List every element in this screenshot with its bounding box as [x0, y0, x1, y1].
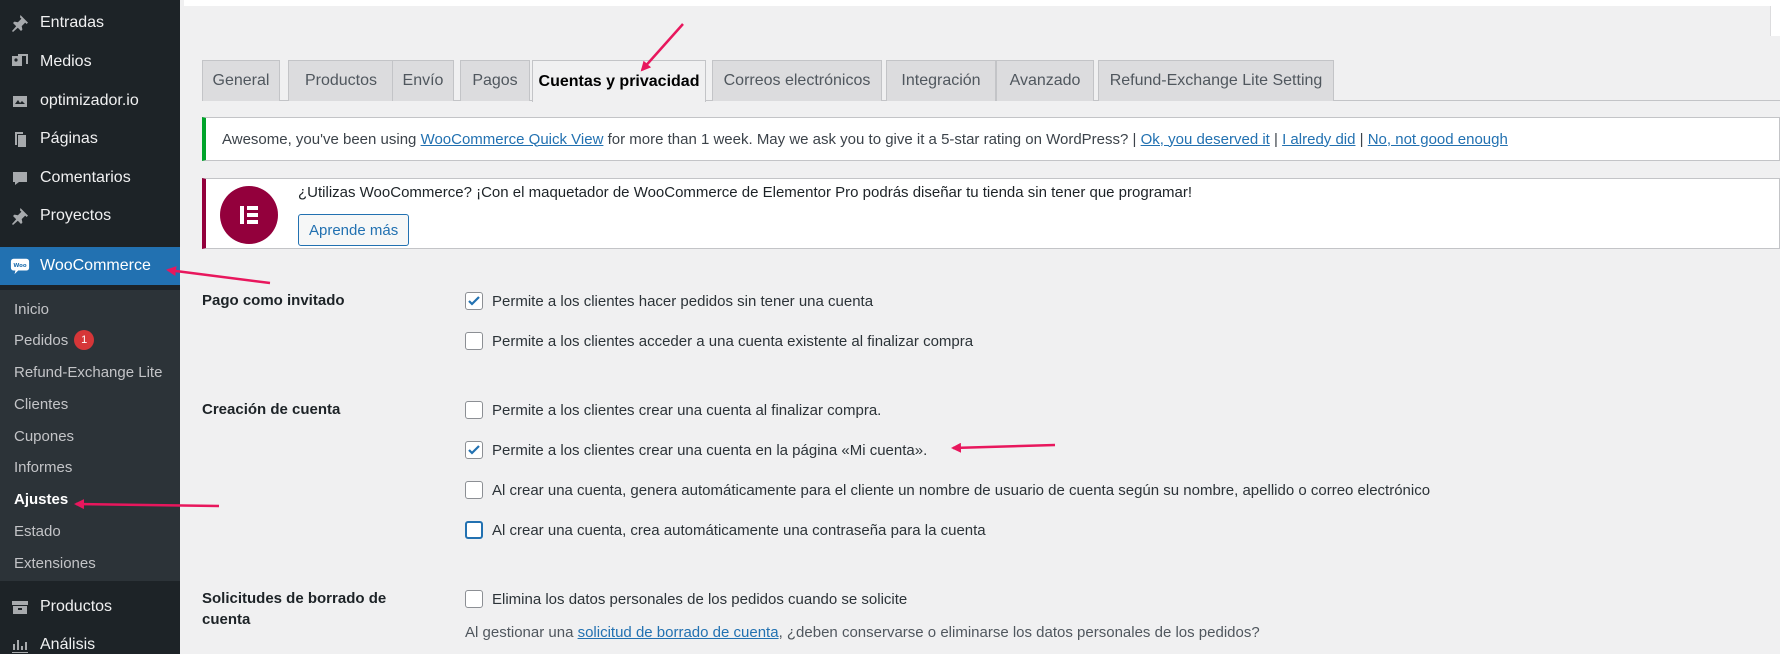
- sidebar-item-label: Productos: [40, 598, 113, 615]
- sidebar-item-productos[interactable]: Productos: [0, 590, 180, 624]
- sidebar-item-woocommerce[interactable]: Woo WooCommerce: [0, 247, 180, 285]
- submenu-item-extensiones[interactable]: Extensiones: [14, 552, 96, 574]
- admin-sidebar: Entradas Medios optimizador.io Páginas C…: [0, 0, 180, 654]
- submenu-item-cupones[interactable]: Cupones: [14, 425, 74, 447]
- tab-general[interactable]: General: [202, 60, 280, 101]
- option-label: Al crear una cuenta, genera automáticame…: [492, 481, 1431, 499]
- erasure-request-link[interactable]: solicitud de borrado de cuenta: [578, 624, 779, 641]
- option-label: Elimina los datos personales de los pedi…: [492, 590, 908, 608]
- account-creation-label: Creación de cuenta: [202, 401, 341, 418]
- submenu-item-refund-exchange[interactable]: Refund-Exchange Lite: [14, 361, 162, 383]
- existing-account-login-option[interactable]: Permite a los clientes acceder a una cue…: [465, 330, 973, 352]
- right-edge-panel: [1770, 6, 1780, 36]
- tab-avanzado[interactable]: Avanzado: [996, 60, 1094, 101]
- option-label: Permite a los clientes acceder a una cue…: [492, 332, 974, 350]
- separator: |: [1359, 130, 1364, 148]
- tab-productos[interactable]: Productos: [288, 60, 394, 101]
- pushpin-icon: [9, 12, 31, 34]
- checkbox-unchecked[interactable]: [465, 590, 483, 608]
- sidebar-item-comentarios[interactable]: Comentarios: [0, 161, 180, 195]
- orders-count-badge: 1: [74, 330, 95, 350]
- sidebar-item-label: Medios: [40, 53, 92, 70]
- submenu-item-estado[interactable]: Estado: [14, 520, 61, 542]
- checkbox-unchecked[interactable]: [465, 332, 483, 350]
- tab-refund-exchange-setting[interactable]: Refund-Exchange Lite Setting: [1098, 60, 1334, 101]
- sidebar-item-medios[interactable]: Medios: [0, 45, 180, 79]
- learn-more-button[interactable]: Aprende más: [298, 214, 410, 246]
- submenu-item-ajustes[interactable]: Ajustes: [14, 488, 68, 510]
- elementor-promo-notice: ¿Utilizas WooCommerce? ¡Con el maquetado…: [202, 178, 1780, 249]
- chart-icon: [9, 634, 31, 654]
- notice-text: for more than 1 week. May we ask you to …: [607, 130, 1137, 148]
- auto-username-option[interactable]: Al crear una cuenta, genera automáticame…: [465, 479, 1430, 501]
- option-label: Permite a los clientes crear una cuenta …: [492, 401, 882, 419]
- option-label: Permite a los clientes crear una cuenta …: [492, 441, 928, 459]
- tab-cuentas-privacidad[interactable]: Cuentas y privacidad: [532, 60, 706, 102]
- already-rated-link[interactable]: I alredy did: [1282, 131, 1355, 148]
- sidebar-item-optimizador[interactable]: optimizador.io: [0, 84, 180, 118]
- image-gallery-icon: [9, 90, 31, 112]
- sidebar-item-label: WooCommerce: [40, 257, 151, 274]
- submenu-item-informes[interactable]: Informes: [14, 456, 72, 478]
- remove-order-data-option[interactable]: Elimina los datos personales de los pedi…: [465, 588, 907, 610]
- create-account-myaccount-option[interactable]: Permite a los clientes crear una cuenta …: [465, 439, 927, 461]
- comment-icon: [9, 167, 31, 189]
- option-label: Al crear una cuenta, crea automáticament…: [492, 521, 986, 539]
- quickview-plugin-link[interactable]: WooCommerce Quick View: [421, 131, 604, 148]
- not-good-link[interactable]: No, not good enough: [1368, 131, 1508, 148]
- tab-integracion[interactable]: Integración: [886, 60, 996, 101]
- option-label: Permite a los clientes hacer pedidos sin…: [492, 292, 874, 310]
- checkbox-checked[interactable]: [465, 292, 483, 310]
- submenu-item-pedidos[interactable]: Pedidos 1: [14, 329, 95, 351]
- rate-ok-link[interactable]: Ok, you deserved it: [1141, 131, 1270, 148]
- tab-correos[interactable]: Correos electrónicos: [712, 60, 882, 101]
- separator: |: [1274, 130, 1278, 148]
- erasure-requests-label: Solicitudes de borrado de cuenta: [202, 590, 387, 628]
- sidebar-item-label: Análisis: [40, 636, 96, 653]
- sidebar-item-entradas[interactable]: Entradas: [0, 6, 180, 40]
- sidebar-item-paginas[interactable]: Páginas: [0, 122, 180, 156]
- auto-password-option[interactable]: Al crear una cuenta, crea automáticament…: [465, 519, 986, 541]
- settings-tabs: General Productos Envío Pagos Cuentas y …: [202, 60, 1780, 102]
- woo-icon: Woo: [9, 255, 31, 277]
- media-icon: [9, 51, 31, 73]
- top-bar-strip: [184, 0, 1780, 6]
- elementor-notice-text: ¿Utilizas WooCommerce? ¡Con el maquetado…: [298, 184, 1193, 201]
- sidebar-item-analisis[interactable]: Análisis: [0, 628, 180, 654]
- create-account-checkout-option[interactable]: Permite a los clientes crear una cuenta …: [465, 399, 881, 421]
- woocommerce-submenu: Inicio Pedidos 1 Refund-Exchange Lite Cli…: [0, 290, 180, 581]
- sidebar-item-label: Comentarios: [40, 169, 131, 186]
- sidebar-item-label: Entradas: [40, 14, 105, 31]
- svg-text:Woo: Woo: [13, 263, 27, 269]
- guest-checkout-option[interactable]: Permite a los clientes hacer pedidos sin…: [465, 290, 873, 312]
- pages-icon: [9, 128, 31, 150]
- notice-text: Awesome, you've been using: [222, 130, 417, 148]
- archive-icon: [9, 596, 31, 618]
- submenu-item-clientes[interactable]: Clientes: [14, 393, 68, 415]
- sidebar-item-label: Proyectos: [40, 207, 112, 224]
- tab-envio[interactable]: Envío: [392, 60, 454, 101]
- arrow-to-myaccount-option: [951, 442, 1056, 453]
- checkbox-unchecked[interactable]: [465, 521, 483, 539]
- tab-pagos[interactable]: Pagos: [460, 60, 530, 101]
- quickview-rating-notice: Awesome, you've been using WooCommerce Q…: [202, 117, 1780, 161]
- checkbox-unchecked[interactable]: [465, 401, 483, 419]
- sidebar-item-label: optimizador.io: [40, 92, 139, 109]
- checkbox-unchecked[interactable]: [465, 481, 483, 499]
- submenu-item-inicio[interactable]: Inicio: [14, 298, 49, 320]
- erasure-description: Al gestionar una solicitud de borrado de…: [465, 624, 1260, 641]
- pushpin-icon: [9, 205, 31, 227]
- arrow-to-woocommerce: [166, 266, 271, 285]
- elementor-logo-icon: [220, 186, 278, 244]
- checkbox-checked[interactable]: [465, 441, 483, 459]
- sidebar-item-label: Páginas: [40, 130, 98, 147]
- guest-checkout-label: Pago como invitado: [202, 292, 345, 309]
- sidebar-item-proyectos[interactable]: Proyectos: [0, 199, 180, 233]
